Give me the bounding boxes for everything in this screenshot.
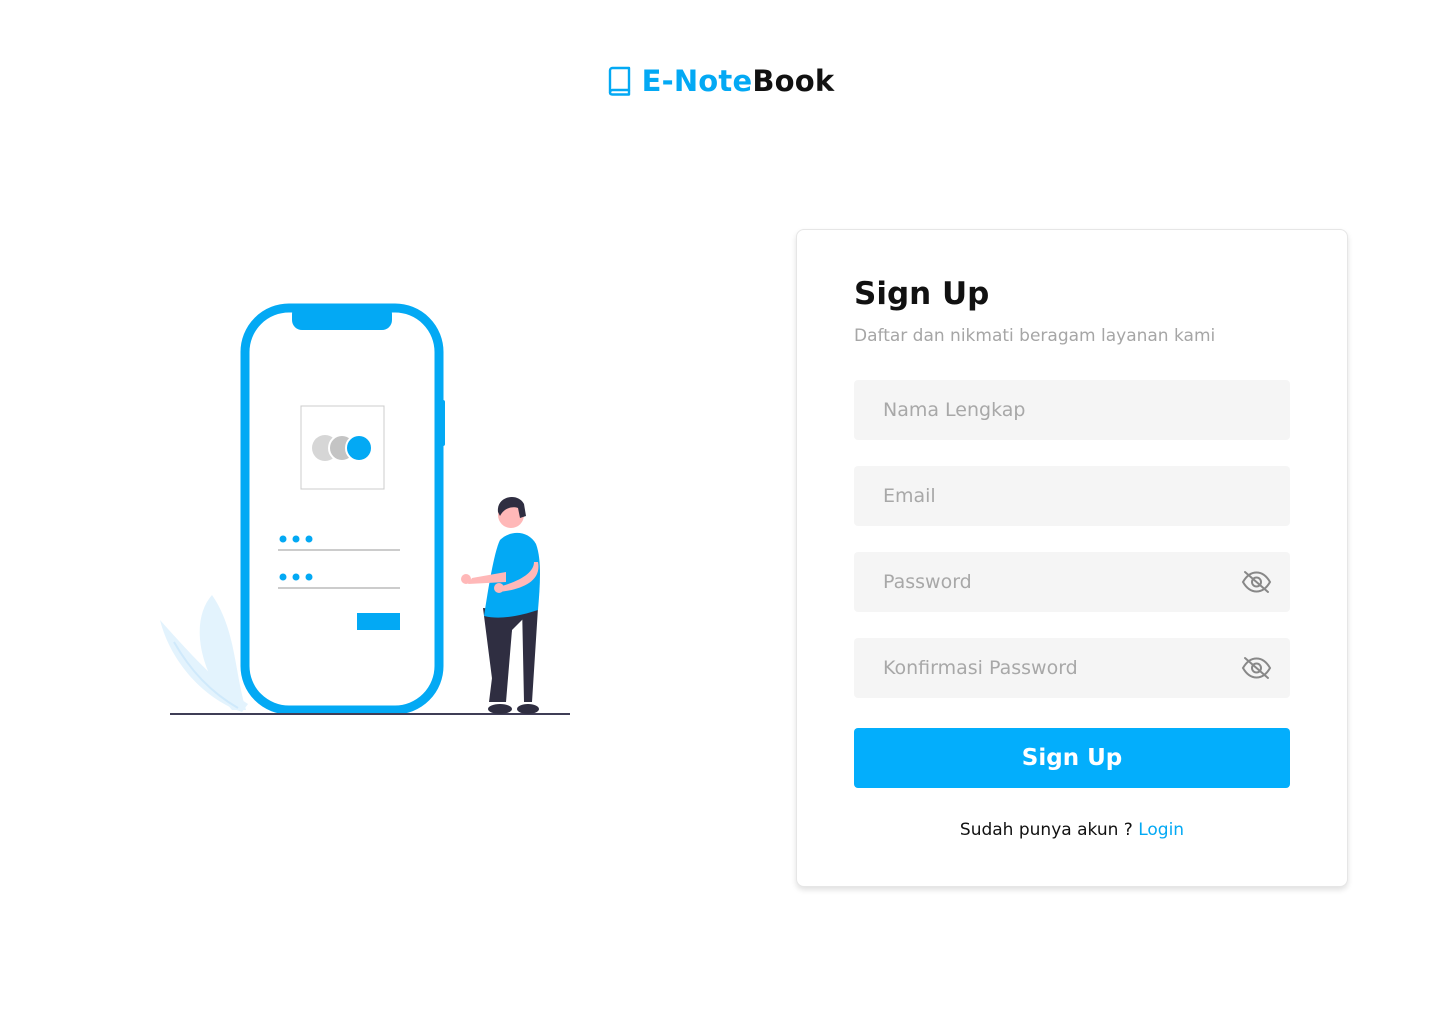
eye-off-icon[interactable] (1240, 567, 1272, 597)
phone-login-illustration (160, 303, 570, 715)
confirm-password-input[interactable] (854, 638, 1290, 698)
email-input[interactable] (854, 466, 1290, 526)
signup-subtitle: Daftar dan nikmati beragam layanan kami (854, 326, 1216, 346)
login-link[interactable]: Login (1138, 820, 1184, 840)
brand-logo: E-NoteBook (0, 64, 1440, 98)
brand-name-dark: Book (752, 64, 835, 98)
email-field (854, 466, 1290, 526)
login-prompt: Sudah punya akun ? Login (797, 820, 1347, 840)
signup-title: Sign Up (854, 276, 990, 312)
signup-page: E-NoteBook Sign Up Daftar dan nikmati be… (0, 0, 1440, 1024)
brand-name-accent: E-Note (641, 64, 753, 98)
password-input[interactable] (854, 552, 1290, 612)
full-name-field (854, 380, 1290, 440)
password-field (854, 552, 1290, 612)
login-prompt-text: Sudah punya akun ? (959, 820, 1139, 840)
signup-button[interactable]: Sign Up (854, 728, 1290, 788)
signup-card: Sign Up Daftar dan nikmati beragam layan… (796, 229, 1348, 887)
eye-off-icon[interactable] (1240, 653, 1272, 683)
brand-name: E-NoteBook (642, 64, 835, 98)
full-name-input[interactable] (854, 380, 1290, 440)
book-icon (608, 66, 630, 96)
confirm-password-field (854, 638, 1290, 698)
